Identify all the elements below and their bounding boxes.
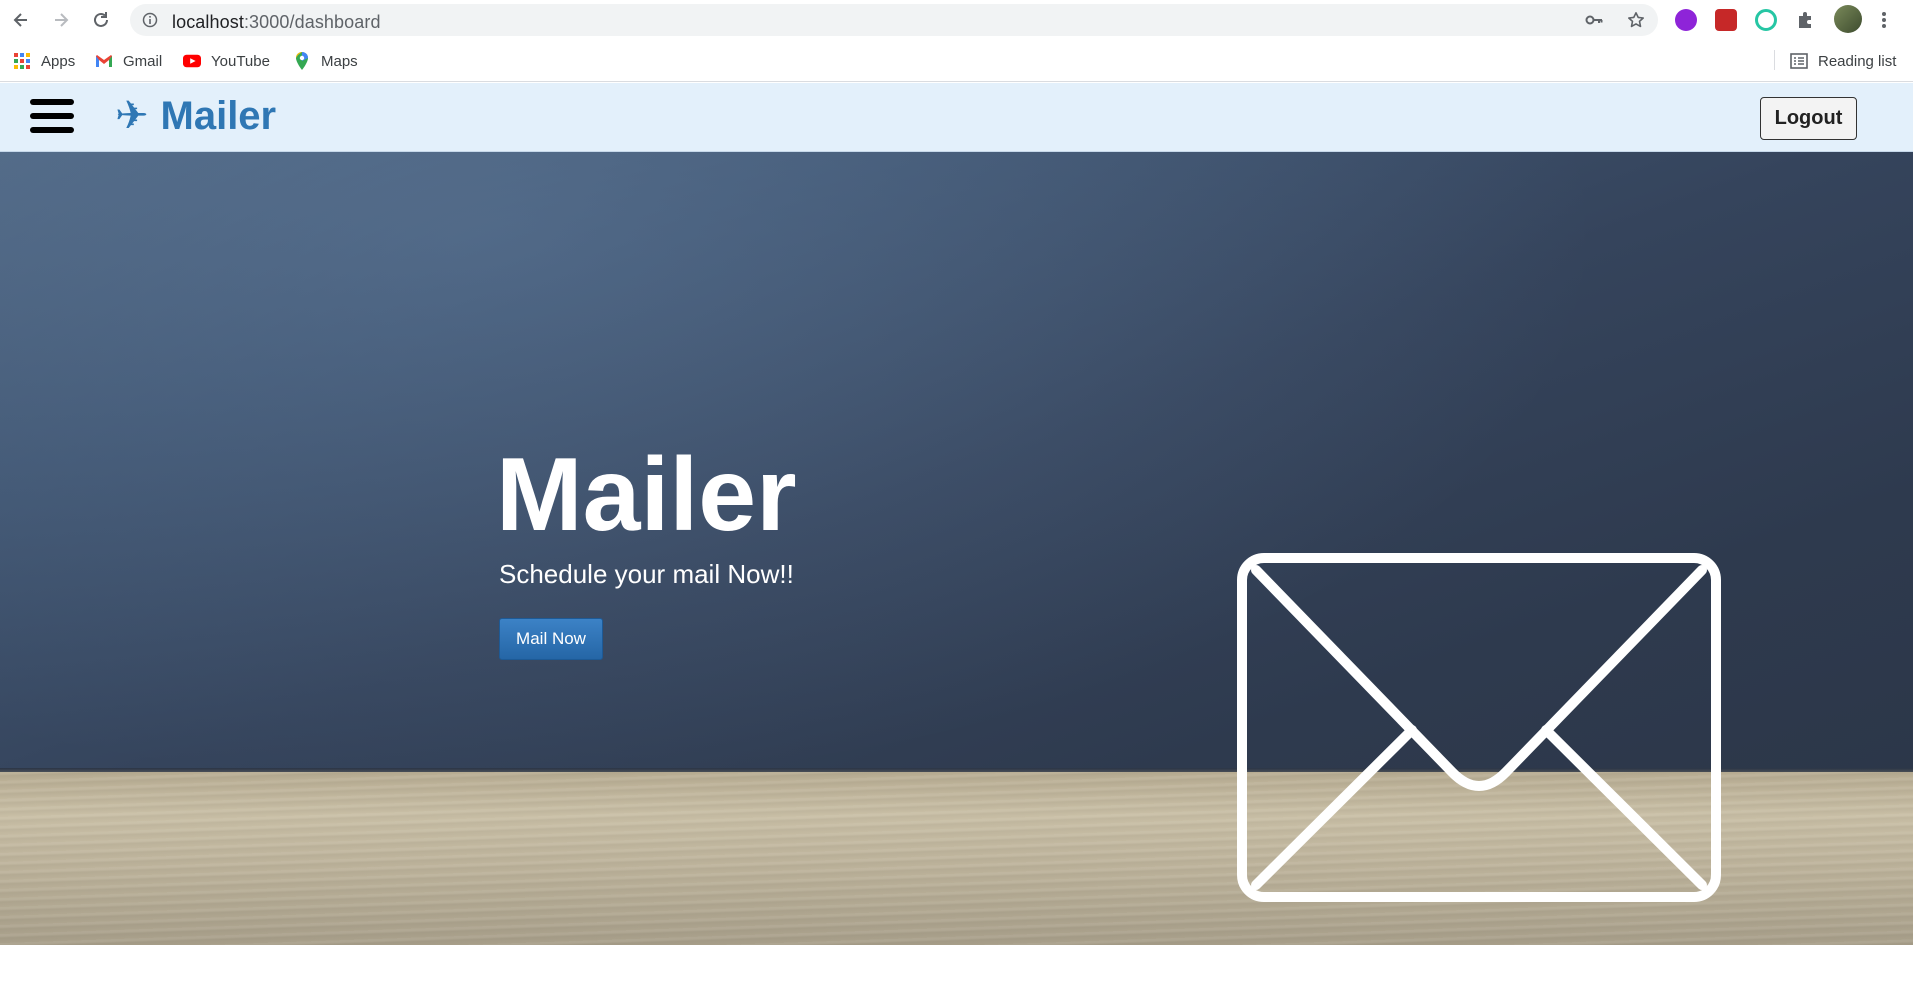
bookmark-star-icon[interactable] xyxy=(1627,11,1645,29)
hamburger-menu-icon[interactable] xyxy=(30,99,74,135)
reading-list-label: Reading list xyxy=(1818,52,1897,70)
bookmarks-divider xyxy=(1774,50,1775,70)
profile-avatar[interactable] xyxy=(1834,5,1862,33)
address-bar[interactable]: localhost:3000/dashboard xyxy=(130,4,1658,36)
reading-list-icon xyxy=(1790,52,1808,70)
extension-red-icon[interactable] xyxy=(1715,9,1737,31)
extensions-puzzle-icon[interactable] xyxy=(1795,9,1817,31)
forward-arrow-icon xyxy=(55,13,69,27)
bookmark-gmail-label: Gmail xyxy=(123,52,163,70)
bookmark-maps[interactable]: Maps xyxy=(293,50,358,72)
back-arrow-icon xyxy=(13,13,27,27)
gmail-icon xyxy=(95,52,113,70)
mail-now-button[interactable]: Mail Now xyxy=(499,618,603,660)
hero-banner: Mailer Schedule your mail Now!! Mail Now xyxy=(0,152,1913,945)
bookmark-maps-label: Maps xyxy=(321,52,358,70)
reload-button[interactable] xyxy=(89,8,113,32)
hero-subtitle: Schedule your mail Now!! xyxy=(499,559,794,589)
brand-logo[interactable]: ✈ Mailer xyxy=(115,94,276,138)
extension-green-icon[interactable] xyxy=(1755,9,1777,31)
forward-button[interactable] xyxy=(49,8,73,32)
brand-name: Mailer xyxy=(160,94,277,138)
bookmark-apps[interactable]: Apps xyxy=(13,50,75,72)
url-host: localhost xyxy=(172,12,244,32)
hero-title: Mailer xyxy=(496,437,797,553)
key-icon[interactable] xyxy=(1585,11,1603,29)
site-info-icon[interactable] xyxy=(142,12,158,28)
bookmark-gmail[interactable]: Gmail xyxy=(95,50,162,72)
envelope-icon xyxy=(1237,553,1721,902)
logout-button[interactable]: Logout xyxy=(1760,97,1857,140)
extension-purple-icon[interactable] xyxy=(1675,9,1697,31)
back-button[interactable] xyxy=(9,8,33,32)
bookmark-youtube[interactable]: YouTube xyxy=(183,50,270,72)
apps-grid-icon xyxy=(13,52,31,70)
airplane-icon: ✈ xyxy=(115,93,149,139)
bookmark-apps-label: Apps xyxy=(41,52,76,70)
browser-toolbar: localhost:3000/dashboard xyxy=(0,0,1913,40)
reload-icon xyxy=(94,12,108,27)
reading-list-button[interactable]: Reading list xyxy=(1790,50,1896,72)
url-path: :3000/dashboard xyxy=(243,12,381,32)
youtube-icon xyxy=(183,52,201,70)
bookmark-youtube-label: YouTube xyxy=(211,52,270,70)
maps-icon xyxy=(293,52,311,70)
app-header: ✈ Mailer Logout xyxy=(0,83,1913,152)
bookmarks-bar: Apps Gmail YouTube Maps Reading list xyxy=(0,40,1913,82)
more-menu-icon[interactable] xyxy=(1878,9,1890,31)
url-text[interactable]: localhost:3000/dashboard xyxy=(172,12,381,33)
